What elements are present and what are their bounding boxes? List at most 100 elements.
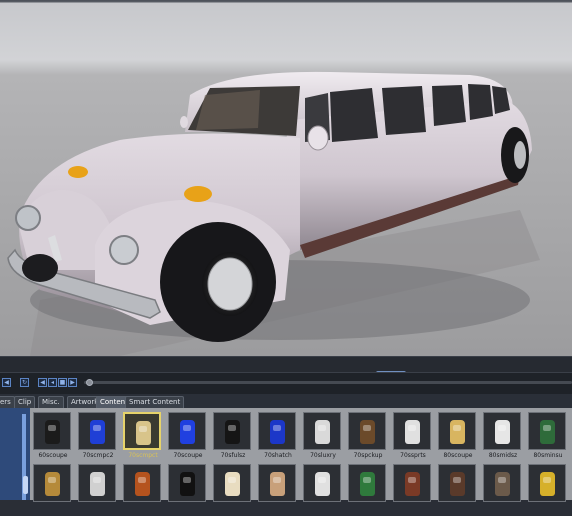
loop-icon[interactable]: ↻ [20, 378, 29, 387]
car-part-brown-icon [450, 472, 465, 496]
library-thumbnail[interactable] [258, 464, 296, 502]
content-library: 60scoupe 70scmpc2 70scmpct 70scoupe 70sfulsz… [0, 408, 572, 502]
library-item[interactable]: 70sluxry [303, 412, 343, 464]
library-item[interactable] [528, 464, 568, 516]
tab-layers[interactable]: ers [0, 396, 15, 408]
library-thumbnail[interactable] [483, 412, 521, 450]
tab-smart-content[interactable]: Smart Content [125, 396, 185, 408]
library-item-label: 70ssprts [400, 452, 426, 459]
car-part-skin-icon [270, 472, 285, 496]
library-thumbnail[interactable] [213, 412, 251, 450]
library-item[interactable]: 60scoupe [33, 412, 73, 464]
library-thumbnail[interactable] [528, 464, 566, 502]
limousine-render [7, 71, 540, 356]
car-part-brown-icon [495, 472, 510, 496]
library-scroll-thumb[interactable] [23, 476, 28, 494]
library-item[interactable]: 70scoupe [168, 412, 208, 464]
car-part-dark-icon [45, 420, 60, 444]
car-part-dark-icon [225, 420, 240, 444]
library-item[interactable]: 80sminsu [528, 412, 568, 464]
library-thumbnail[interactable] [33, 412, 71, 450]
library-item[interactable] [78, 464, 118, 516]
car-part-tan-icon [450, 420, 465, 444]
library-thumbnail[interactable] [213, 464, 251, 502]
stop-icon[interactable]: ■ [58, 378, 67, 387]
car-part-white-icon [315, 420, 330, 444]
library-thumbnail[interactable] [303, 412, 341, 450]
library-item-label: 80sminsu [533, 452, 563, 459]
rewind-icon[interactable]: ◂ [48, 378, 57, 387]
library-item[interactable] [168, 464, 208, 516]
car-part-green-icon [360, 472, 375, 496]
car-part-white-icon [495, 420, 510, 444]
library-item[interactable] [438, 464, 478, 516]
car-part-orange-icon [135, 472, 150, 496]
library-item[interactable]: 70spckup [348, 412, 388, 464]
library-item-label: 80scoupe [443, 452, 473, 459]
library-item[interactable]: 70scmpct [123, 412, 163, 464]
library-thumbnail[interactable] [483, 464, 521, 502]
library-item[interactable] [303, 464, 343, 516]
library-thumbnail[interactable] [438, 464, 476, 502]
library-tabbar: ers Clip Misc. Artwork Content Smart Con… [0, 394, 572, 408]
library-thumbnail[interactable] [78, 412, 116, 450]
library-item-label: 60scoupe [38, 452, 68, 459]
library-item-label: 70shatch [264, 452, 292, 459]
car-part-white-icon [315, 472, 330, 496]
scene-viewport[interactable] [0, 0, 572, 356]
car-part-dark-icon [180, 472, 195, 496]
library-item[interactable]: 70scmpc2 [78, 412, 118, 464]
library-item-label: 70scmpct [128, 452, 158, 459]
library-thumbnail[interactable] [258, 412, 296, 450]
tab-misc[interactable]: Misc. [38, 396, 64, 408]
library-thumbnail[interactable] [528, 412, 566, 450]
library-item[interactable] [348, 464, 388, 516]
library-item-label: 70spckup [353, 452, 383, 459]
library-item[interactable] [483, 464, 523, 516]
timeline-ruler[interactable] [0, 356, 572, 376]
car-part-cream-icon [225, 472, 240, 496]
library-item[interactable] [393, 464, 433, 516]
library-item-label: 70sfulsz [220, 452, 246, 459]
car-part-white-icon [405, 420, 420, 444]
car-part-brown-icon [360, 420, 375, 444]
skip-start-icon[interactable]: ◀ [2, 378, 11, 387]
library-thumbnail[interactable] [348, 464, 386, 502]
library-item-label: 80smidsz [488, 452, 518, 459]
car-part-green-icon [540, 420, 555, 444]
library-item[interactable]: 70ssprts [393, 412, 433, 464]
transport-controls: ◀ ↻ ◀ ◂ ■ ▶ [0, 372, 572, 394]
library-sidebar [0, 408, 30, 500]
library-item[interactable]: 80scoupe [438, 412, 478, 464]
library-item[interactable]: 70sfulsz [213, 412, 253, 464]
library-item[interactable] [123, 464, 163, 516]
library-thumbnail[interactable] [123, 464, 161, 502]
library-item[interactable] [213, 464, 253, 516]
library-thumbnail[interactable] [348, 412, 386, 450]
library-thumbnail[interactable] [168, 464, 206, 502]
library-thumbnail[interactable] [168, 412, 206, 450]
library-item-label: 70scmpc2 [82, 452, 114, 459]
library-thumbnail[interactable] [78, 464, 116, 502]
play-icon[interactable]: ▶ [68, 378, 77, 387]
scrub-slider-knob[interactable] [86, 379, 93, 386]
car-part-blue-icon [180, 420, 195, 444]
library-item[interactable]: 70shatch [258, 412, 298, 464]
library-thumbnail[interactable] [33, 464, 71, 502]
step-back-icon[interactable]: ◀ [38, 378, 47, 387]
car-part-yellow-icon [540, 472, 555, 496]
car-part-blue-icon [90, 420, 105, 444]
library-item[interactable]: 80smidsz [483, 412, 523, 464]
library-thumbnail[interactable] [303, 464, 341, 502]
car-part-tan-icon [136, 421, 151, 445]
tab-clip[interactable]: Clip [14, 396, 36, 408]
car-part-orange-icon [45, 472, 60, 496]
library-item[interactable] [33, 464, 73, 516]
library-item-label: 70sluxry [310, 452, 336, 459]
library-thumbnail[interactable] [123, 412, 161, 450]
library-thumbnail[interactable] [393, 412, 431, 450]
library-item[interactable] [258, 464, 298, 516]
library-thumbnail[interactable] [393, 464, 431, 502]
library-thumbnail[interactable] [438, 412, 476, 450]
scrub-slider[interactable] [84, 381, 572, 384]
